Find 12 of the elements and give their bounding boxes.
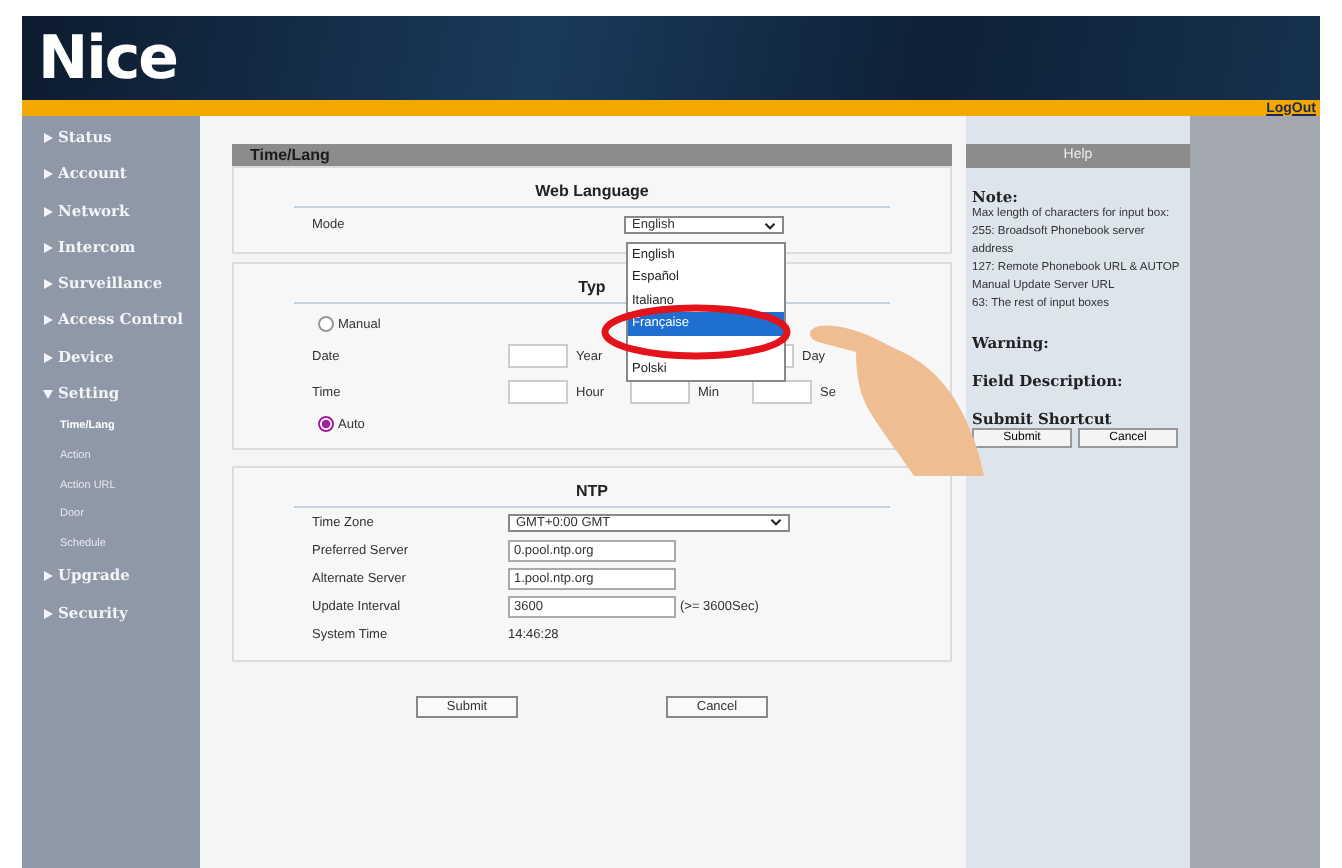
section-title: Web Language <box>294 168 890 208</box>
page-title: Time/Lang <box>232 144 952 166</box>
radio-button[interactable] <box>318 416 334 432</box>
radio-button[interactable] <box>318 316 334 332</box>
input-field[interactable] <box>508 344 568 368</box>
input-field[interactable] <box>508 380 568 404</box>
logo: Nice <box>38 23 178 93</box>
chevron-icon <box>770 518 782 526</box>
section-title: NTP <box>294 468 890 508</box>
chevron-icon <box>764 221 776 229</box>
input-field[interactable] <box>752 380 812 404</box>
input-field[interactable] <box>630 380 690 404</box>
